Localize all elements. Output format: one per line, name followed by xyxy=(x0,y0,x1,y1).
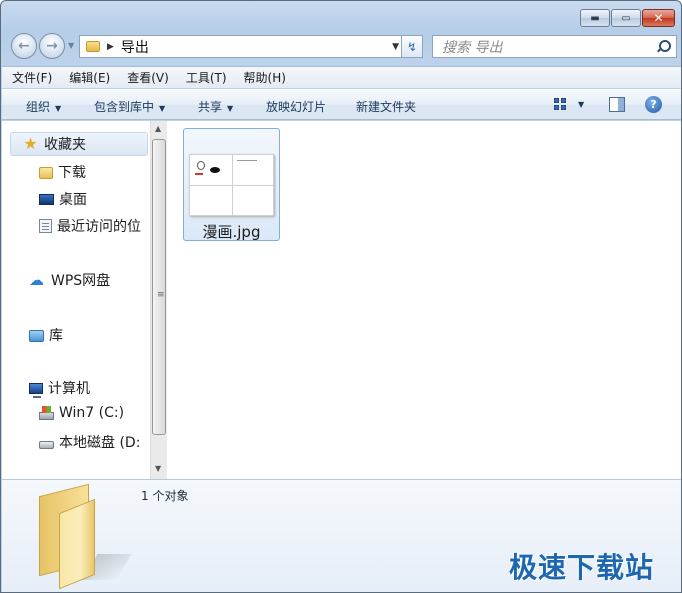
sidebar-item-recent[interactable]: 最近访问的位 xyxy=(39,216,141,236)
folder-icon xyxy=(35,483,132,590)
chevron-down-icon: ▼ xyxy=(159,104,166,113)
share-label: 共享 xyxy=(198,100,223,114)
preview-pane-icon[interactable] xyxy=(609,97,625,112)
back-button[interactable]: ← xyxy=(11,33,37,59)
sidebar-item-favorites[interactable]: ★ 收藏夹 xyxy=(10,132,148,156)
organize-button[interactable]: 组织 ▼ xyxy=(26,98,61,115)
scroll-up-icon[interactable]: ▲ xyxy=(155,124,161,133)
menu-view[interactable]: 查看(V) xyxy=(127,69,169,86)
computer-icon xyxy=(29,382,43,398)
details-pane: 1 个对象 极速下载站 xyxy=(2,479,681,592)
sidebar-item-label: 最近访问的位 xyxy=(57,219,141,235)
scroll-down-icon[interactable]: ▼ xyxy=(155,464,161,473)
file-list[interactable]: 漫画.jpg xyxy=(167,121,681,479)
sidebar-item-label: 计算机 xyxy=(48,381,90,397)
thumbnail-drawing xyxy=(195,173,203,175)
library-icon xyxy=(29,330,44,342)
breadcrumb-current[interactable]: 导出 xyxy=(121,37,149,57)
sidebar-item-label: 库 xyxy=(49,328,63,344)
sidebar-item-downloads[interactable]: 下载 xyxy=(39,162,86,182)
close-button[interactable]: ✕ xyxy=(642,9,675,27)
view-dropdown-icon[interactable]: ▼ xyxy=(578,100,584,109)
search-box[interactable]: 搜索 导出 xyxy=(432,35,677,58)
hard-drive-icon xyxy=(39,440,54,449)
forward-button[interactable]: → xyxy=(39,33,65,59)
view-grid-cell xyxy=(554,98,559,103)
command-bar: 组织 ▼ 包含到库中 ▼ 共享 ▼ 放映幻灯片 新建文件夹 ▼ ? xyxy=(2,89,681,120)
include-in-library-button[interactable]: 包含到库中 ▼ xyxy=(94,98,165,115)
menu-edit[interactable]: 编辑(E) xyxy=(69,69,110,86)
slideshow-button[interactable]: 放映幻灯片 xyxy=(266,98,326,115)
thumbnail-drawing xyxy=(237,160,257,161)
include-in-library-label: 包含到库中 xyxy=(94,100,155,114)
view-grid-cell xyxy=(561,105,566,110)
system-drive-icon xyxy=(39,406,54,420)
sidebar-item-drive-d[interactable]: 本地磁盘 (D: xyxy=(39,432,140,452)
refresh-button[interactable]: ↯ xyxy=(401,35,423,58)
folder-icon xyxy=(86,41,100,52)
item-count: 1 个对象 xyxy=(141,489,189,503)
navigation-bar: ← → ▼ ▶ 导出 ▼ ↯ 搜索 导出 xyxy=(9,33,677,61)
star-icon: ★ xyxy=(23,134,38,153)
caption-buttons: ▬ ▭ ✕ xyxy=(580,9,675,27)
maximize-button[interactable]: ▭ xyxy=(611,9,641,27)
scrollbar-thumb[interactable]: ≡ xyxy=(152,139,166,435)
breadcrumb-arrow-icon[interactable]: ▶ xyxy=(107,42,114,52)
new-folder-button[interactable]: 新建文件夹 xyxy=(356,98,416,115)
navigation-pane: ★ 收藏夹 下载 桌面 最近访问的位 ☁ WPS网盘 库 计算机 Win7 (C… xyxy=(2,121,150,479)
chevron-down-icon: ▼ xyxy=(227,104,234,113)
file-item[interactable]: 漫画.jpg xyxy=(183,128,280,241)
watermark-logo: 极速下载站 xyxy=(509,551,655,584)
sidebar-item-drive-c[interactable]: Win7 (C:) xyxy=(39,405,124,421)
sidebar-item-computer[interactable]: 计算机 xyxy=(29,378,90,398)
sidebar-item-label: WPS网盘 xyxy=(51,273,111,289)
desktop-icon xyxy=(39,193,54,205)
sidebar-item-label: 收藏夹 xyxy=(44,137,86,153)
folder-icon xyxy=(39,167,53,179)
search-input[interactable]: 搜索 导出 xyxy=(442,37,502,57)
sidebar-item-label: 桌面 xyxy=(59,192,87,208)
organize-label: 组织 xyxy=(26,100,51,114)
sidebar-item-label: 下载 xyxy=(58,165,86,181)
address-dropdown-icon[interactable]: ▼ xyxy=(392,42,399,52)
address-bar[interactable]: ▶ 导出 ▼ xyxy=(79,35,405,58)
view-grid-cell xyxy=(561,98,566,103)
search-icon[interactable] xyxy=(656,39,671,54)
recent-pages-dropdown-icon[interactable]: ▼ xyxy=(68,41,74,50)
minimize-button[interactable]: ▬ xyxy=(580,9,610,27)
sidebar-item-libraries[interactable]: 库 xyxy=(29,325,63,345)
menu-tools[interactable]: 工具(T) xyxy=(186,69,227,86)
share-button[interactable]: 共享 ▼ xyxy=(198,98,233,115)
cloud-icon: ☁ xyxy=(29,271,44,289)
folder-front xyxy=(59,498,95,590)
sidebar-item-desktop[interactable]: 桌面 xyxy=(39,189,87,209)
explorer-window: ▬ ▭ ✕ ← → ▼ ▶ 导出 ▼ ↯ 搜索 导出 文件(F) 编辑(E) 查… xyxy=(0,0,682,593)
view-grid-cell xyxy=(554,105,559,110)
menu-file[interactable]: 文件(F) xyxy=(12,69,52,86)
thumbnail-drawing xyxy=(197,161,205,170)
recent-places-icon xyxy=(39,219,52,233)
view-options-icon[interactable] xyxy=(554,98,568,112)
sidebar-item-label: Win7 (C:) xyxy=(59,405,125,421)
help-icon[interactable]: ? xyxy=(645,96,662,113)
image-thumbnail-icon xyxy=(189,154,274,216)
sidebar-item-wps[interactable]: ☁ WPS网盘 xyxy=(29,270,110,290)
menu-help[interactable]: 帮助(H) xyxy=(244,69,286,86)
grip-icon: ≡ xyxy=(157,290,165,300)
file-name: 漫画.jpg xyxy=(202,223,261,241)
thumbnail-drawing xyxy=(210,167,220,173)
sidebar-item-label: 本地磁盘 (D: xyxy=(59,435,141,451)
menu-bar: 文件(F) 编辑(E) 查看(V) 工具(T) 帮助(H) xyxy=(2,66,681,88)
navpane-scrollbar[interactable]: ▲ ≡ ▼ xyxy=(150,121,167,479)
chevron-down-icon: ▼ xyxy=(55,104,62,113)
